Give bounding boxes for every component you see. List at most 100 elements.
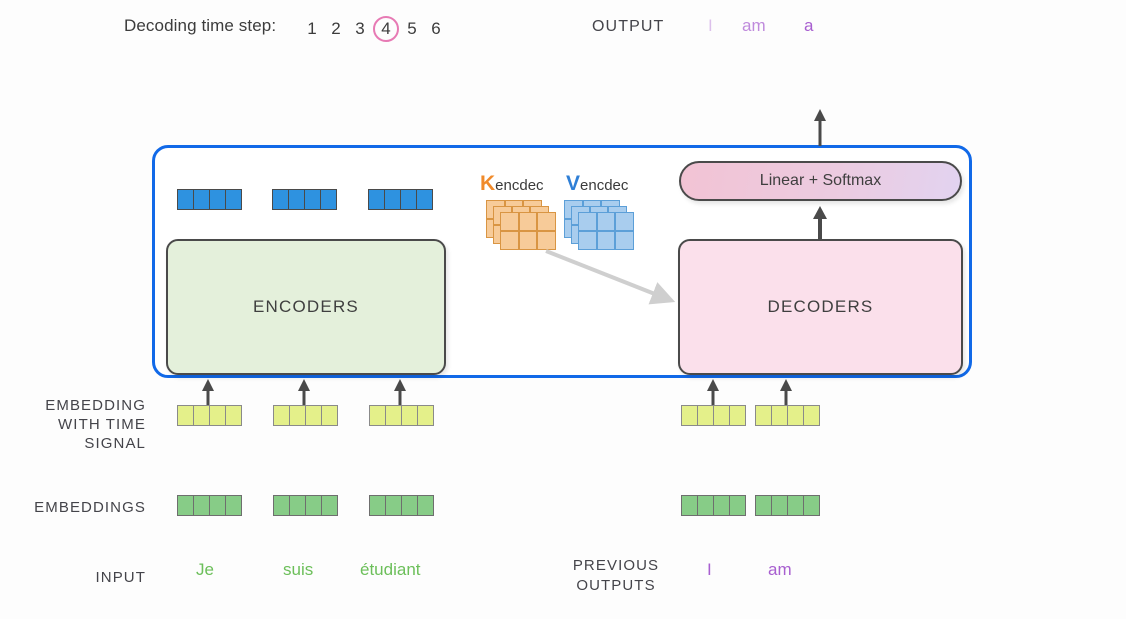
vector-cell bbox=[321, 405, 338, 426]
previous-output-word-i: I bbox=[707, 560, 712, 579]
vector-cell bbox=[697, 495, 714, 516]
decoder-to-softmax-arrow bbox=[813, 206, 827, 242]
vector-cell bbox=[729, 495, 746, 516]
vector-cell bbox=[305, 495, 322, 516]
embedding-vector-3 bbox=[369, 495, 434, 516]
step-1[interactable]: 1 bbox=[300, 17, 324, 41]
decoding-step-list: 1 2 3 4 5 6 bbox=[300, 16, 448, 42]
embedding-vector-5 bbox=[755, 495, 820, 516]
time-signal-vector-1 bbox=[177, 405, 242, 426]
vector-cell bbox=[304, 189, 321, 210]
vector-cell bbox=[289, 495, 306, 516]
v-encdec-label: Vencdec bbox=[566, 172, 628, 196]
vector-cell bbox=[320, 189, 337, 210]
decoders-block[interactable]: DECODERS bbox=[678, 239, 963, 375]
vector-cell bbox=[225, 495, 242, 516]
step-6[interactable]: 6 bbox=[424, 17, 448, 41]
vector-cell bbox=[771, 405, 788, 426]
vector-cell bbox=[209, 405, 226, 426]
vector-cell bbox=[209, 495, 226, 516]
encoder-output-vector-2 bbox=[272, 189, 337, 210]
vector-cell bbox=[369, 495, 386, 516]
encoder-output-vector-3 bbox=[368, 189, 433, 210]
step-5[interactable]: 5 bbox=[400, 17, 424, 41]
vector-cell bbox=[288, 189, 305, 210]
embedding-vector-1 bbox=[177, 495, 242, 516]
vector-cell bbox=[755, 405, 772, 426]
vector-cell bbox=[305, 405, 322, 426]
vector-cell bbox=[713, 495, 730, 516]
time-signal-vector-4 bbox=[681, 405, 746, 426]
vector-cell bbox=[273, 405, 290, 426]
output-word-3: a bbox=[804, 16, 814, 35]
linear-softmax-block[interactable]: Linear + Softmax bbox=[679, 161, 962, 201]
vector-cell bbox=[272, 189, 289, 210]
vector-cell bbox=[803, 495, 820, 516]
vector-cell bbox=[681, 495, 698, 516]
step-3[interactable]: 3 bbox=[348, 17, 372, 41]
vector-cell bbox=[417, 495, 434, 516]
label-line-1: PREVIOUS bbox=[572, 557, 660, 574]
vector-cell bbox=[803, 405, 820, 426]
vector-cell bbox=[289, 405, 306, 426]
embeddings-label: EMBEDDINGS bbox=[34, 499, 146, 516]
input-word-je: Je bbox=[196, 560, 214, 579]
input-word-suis: suis bbox=[283, 560, 314, 579]
decoding-timestep-label: Decoding time step: bbox=[124, 16, 277, 35]
vector-cell bbox=[401, 495, 418, 516]
embedding-time-signal-label: EMBEDDING WITH TIME SIGNAL bbox=[0, 396, 146, 453]
vector-cell bbox=[697, 405, 714, 426]
previous-outputs-label: PREVIOUS OUTPUTS bbox=[556, 556, 676, 596]
vector-cell bbox=[321, 495, 338, 516]
encoders-block[interactable]: ENCODERS bbox=[166, 239, 446, 375]
vector-cell bbox=[771, 495, 788, 516]
vector-cell bbox=[225, 405, 242, 426]
vector-cell bbox=[369, 405, 386, 426]
vector-cell bbox=[385, 495, 402, 516]
output-arrow bbox=[814, 109, 826, 146]
time-signal-vector-5 bbox=[755, 405, 820, 426]
vector-cell bbox=[225, 189, 242, 210]
vector-cell bbox=[787, 405, 804, 426]
vector-cell bbox=[787, 495, 804, 516]
encdec-attention-arrow bbox=[545, 249, 676, 305]
vector-cell bbox=[755, 495, 772, 516]
label-line-3: SIGNAL bbox=[84, 435, 146, 452]
input-word-etudiant: étudiant bbox=[360, 560, 421, 579]
output-word-2: am bbox=[742, 16, 766, 35]
vector-cell bbox=[177, 189, 194, 210]
transformer-diagram: Decoding time step: 1 2 3 4 5 6 OUTPUT I… bbox=[0, 0, 1126, 619]
vector-cell bbox=[401, 405, 418, 426]
label-line-2: OUTPUTS bbox=[576, 577, 656, 594]
encoder-output-vector-1 bbox=[177, 189, 242, 210]
vector-cell bbox=[177, 405, 194, 426]
vector-cell bbox=[417, 405, 434, 426]
output-word-1: I bbox=[708, 16, 713, 35]
embedding-vector-2 bbox=[273, 495, 338, 516]
vector-cell bbox=[193, 495, 210, 516]
input-label: INPUT bbox=[95, 569, 146, 586]
vector-cell bbox=[681, 405, 698, 426]
embedding-vector-4 bbox=[681, 495, 746, 516]
vector-cell bbox=[193, 405, 210, 426]
label-line-2: WITH TIME bbox=[58, 416, 146, 433]
step-2[interactable]: 2 bbox=[324, 17, 348, 41]
vector-cell bbox=[416, 189, 433, 210]
time-signal-vector-2 bbox=[273, 405, 338, 426]
vector-cell bbox=[385, 405, 402, 426]
v-subscript: encdec bbox=[580, 177, 629, 194]
k-encdec-label: Kencdec bbox=[480, 172, 544, 196]
time-signal-vector-3 bbox=[369, 405, 434, 426]
previous-output-word-am: am bbox=[768, 560, 792, 579]
k-subscript: encdec bbox=[495, 177, 544, 194]
v-symbol: V bbox=[566, 172, 581, 195]
vector-cell bbox=[368, 189, 385, 210]
vector-cell bbox=[209, 189, 226, 210]
vector-cell bbox=[177, 495, 194, 516]
step-4-active[interactable]: 4 bbox=[373, 16, 399, 42]
k-symbol: K bbox=[480, 172, 496, 195]
vector-cell bbox=[713, 405, 730, 426]
vector-cell bbox=[193, 189, 210, 210]
vector-cell bbox=[729, 405, 746, 426]
label-line-1: EMBEDDING bbox=[45, 397, 146, 414]
